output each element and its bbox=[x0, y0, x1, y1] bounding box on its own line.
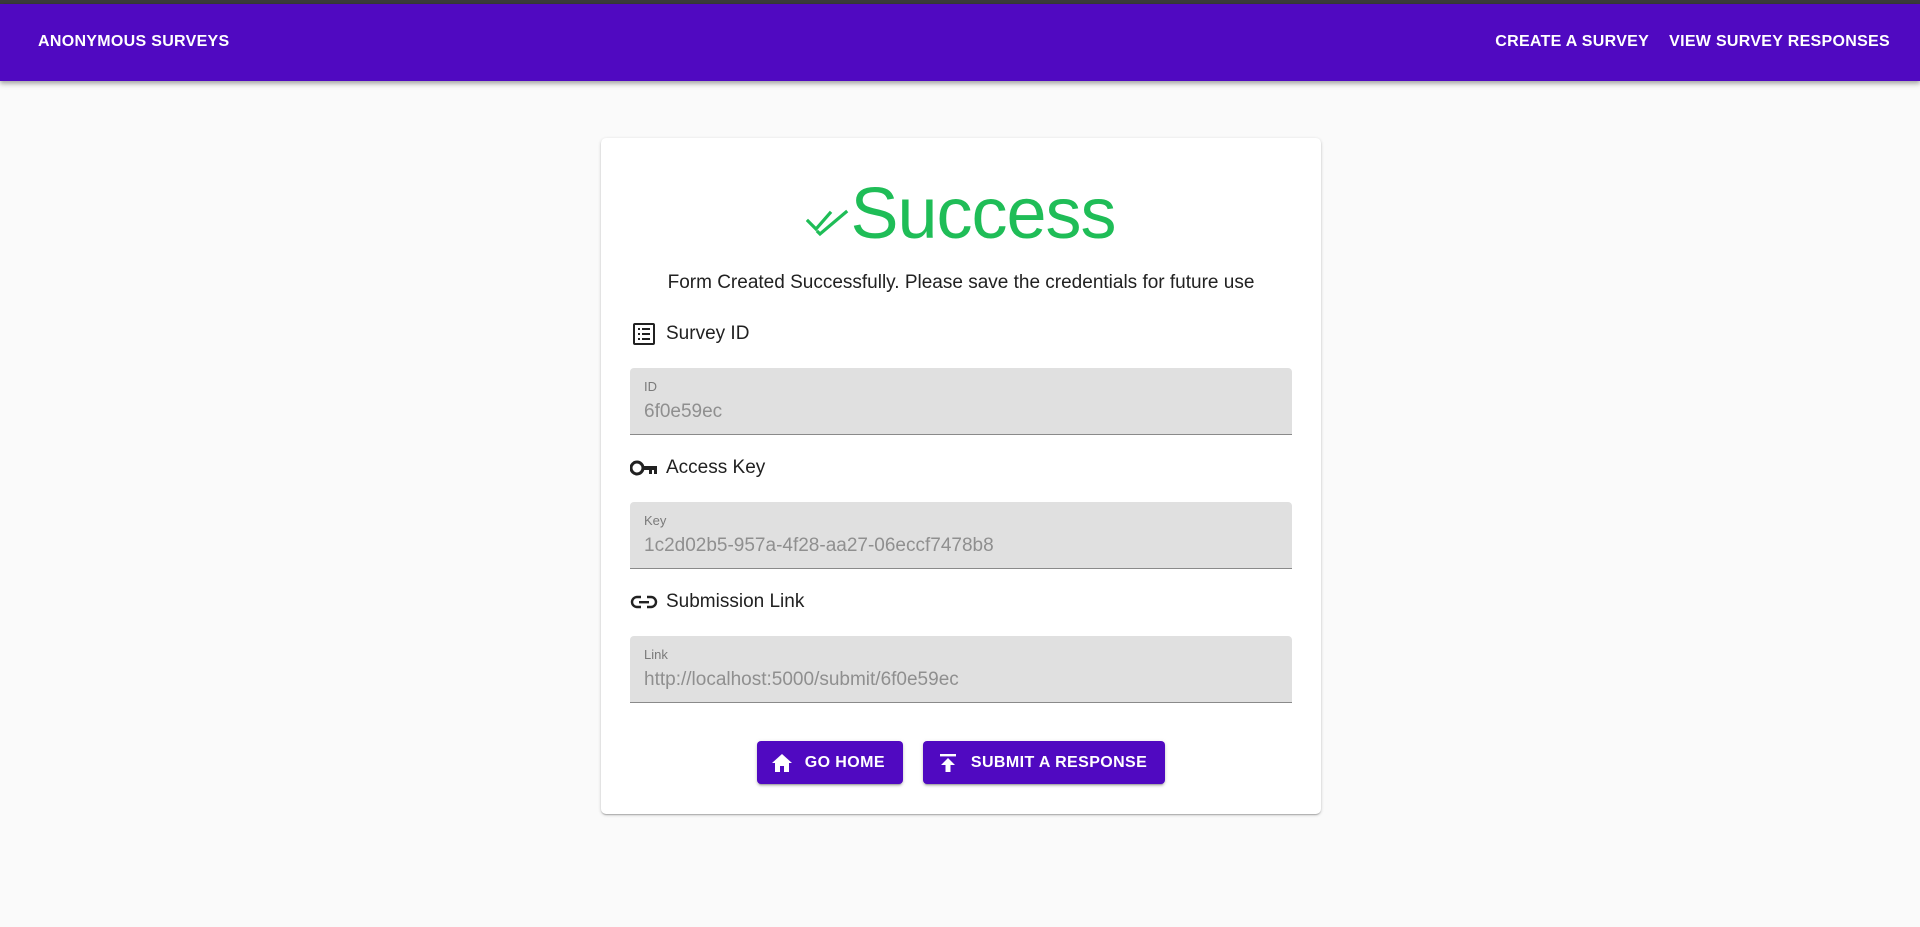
brand-title[interactable]: ANONYMOUS SURVEYS bbox=[38, 33, 230, 51]
access-key-field-label: Key bbox=[644, 513, 667, 528]
success-heading: Success bbox=[601, 174, 1321, 254]
success-message: Form Created Successfully. Please save t… bbox=[667, 272, 1255, 293]
home-icon bbox=[771, 752, 793, 774]
list-icon bbox=[630, 320, 658, 348]
key-icon bbox=[630, 454, 658, 482]
go-home-button[interactable]: GO HOME bbox=[756, 741, 903, 784]
survey-id-label: Survey ID bbox=[666, 323, 750, 344]
link-icon bbox=[630, 588, 658, 616]
card-actions: GO HOME SUBMIT A RESPONSE bbox=[601, 741, 1321, 784]
access-key-input[interactable] bbox=[644, 535, 1274, 557]
submit-response-button[interactable]: SUBMIT A RESPONSE bbox=[922, 741, 1166, 784]
success-card: Success Form Created Successfully. Pleas… bbox=[601, 138, 1321, 814]
survey-id-heading: Survey ID bbox=[630, 320, 749, 348]
access-key-field[interactable]: Key bbox=[630, 502, 1292, 569]
submission-link-field[interactable]: Link bbox=[630, 636, 1292, 703]
access-key-heading: Access Key bbox=[630, 454, 765, 482]
create-survey-button[interactable]: CREATE A SURVEY bbox=[1485, 25, 1659, 59]
access-key-label: Access Key bbox=[666, 457, 766, 478]
survey-id-field-label: ID bbox=[644, 379, 657, 394]
survey-id-field[interactable]: ID bbox=[630, 368, 1292, 435]
go-home-label: GO HOME bbox=[804, 753, 885, 771]
top-nav: CREATE A SURVEY VIEW SURVEY RESPONSES bbox=[1485, 27, 1900, 59]
submission-link-heading: Submission Link bbox=[630, 588, 804, 616]
double-check-icon bbox=[806, 209, 850, 239]
app-bar: ANONYMOUS SURVEYS CREATE A SURVEY VIEW S… bbox=[0, 4, 1920, 81]
submission-link-field-label: Link bbox=[644, 647, 668, 662]
survey-id-input[interactable] bbox=[644, 401, 1274, 423]
submission-link-label: Submission Link bbox=[666, 591, 805, 612]
success-title: Success bbox=[850, 174, 1116, 254]
upload-icon bbox=[937, 752, 959, 774]
view-responses-button[interactable]: VIEW SURVEY RESPONSES bbox=[1659, 25, 1900, 59]
submit-response-label: SUBMIT A RESPONSE bbox=[970, 753, 1148, 771]
submission-link-input[interactable] bbox=[644, 669, 1274, 691]
